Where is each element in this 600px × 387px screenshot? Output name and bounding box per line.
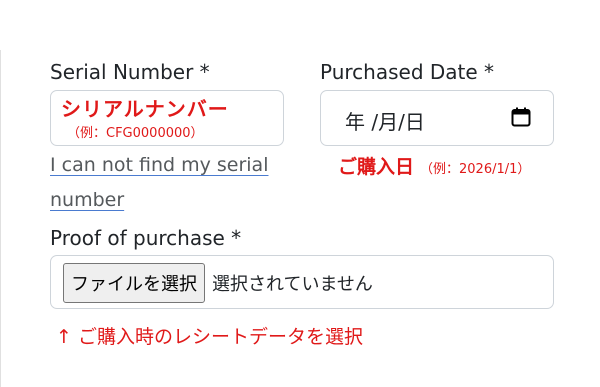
serial-number-input[interactable]: シリアルナンバー （例：CFG0000000）	[50, 90, 284, 146]
purchased-date-hint-example: （例：2026/1/1）	[420, 162, 531, 177]
serial-number-label: Serial Number *	[50, 60, 210, 84]
purchased-date-input[interactable]: 年 /月/日	[320, 90, 554, 146]
left-divider	[0, 50, 1, 387]
serial-number-placeholder-example: （例：CFG0000000）	[67, 126, 204, 141]
proof-file-input[interactable]: ファイルを選択 選択されていません	[50, 255, 554, 309]
purchased-date-label: Purchased Date *	[320, 60, 495, 84]
date-input-value: 年 /月/日	[345, 110, 425, 134]
choose-file-button[interactable]: ファイルを選択	[63, 263, 205, 303]
serial-help-link[interactable]: I can not find my serial	[50, 154, 268, 176]
proof-note: ↑ ご購入時のレシートデータを選択	[56, 326, 363, 348]
purchased-date-hint: ご購入日 （例：2026/1/1）	[338, 152, 530, 179]
calendar-icon[interactable]	[511, 107, 531, 127]
serial-help-link-continued[interactable]: number	[50, 189, 124, 211]
serial-number-placeholder: シリアルナンバー	[61, 97, 229, 121]
purchased-date-hint-main: ご購入日	[338, 156, 415, 178]
proof-of-purchase-label: Proof of purchase *	[50, 226, 242, 250]
file-status-text: 選択されていません	[212, 274, 373, 295]
